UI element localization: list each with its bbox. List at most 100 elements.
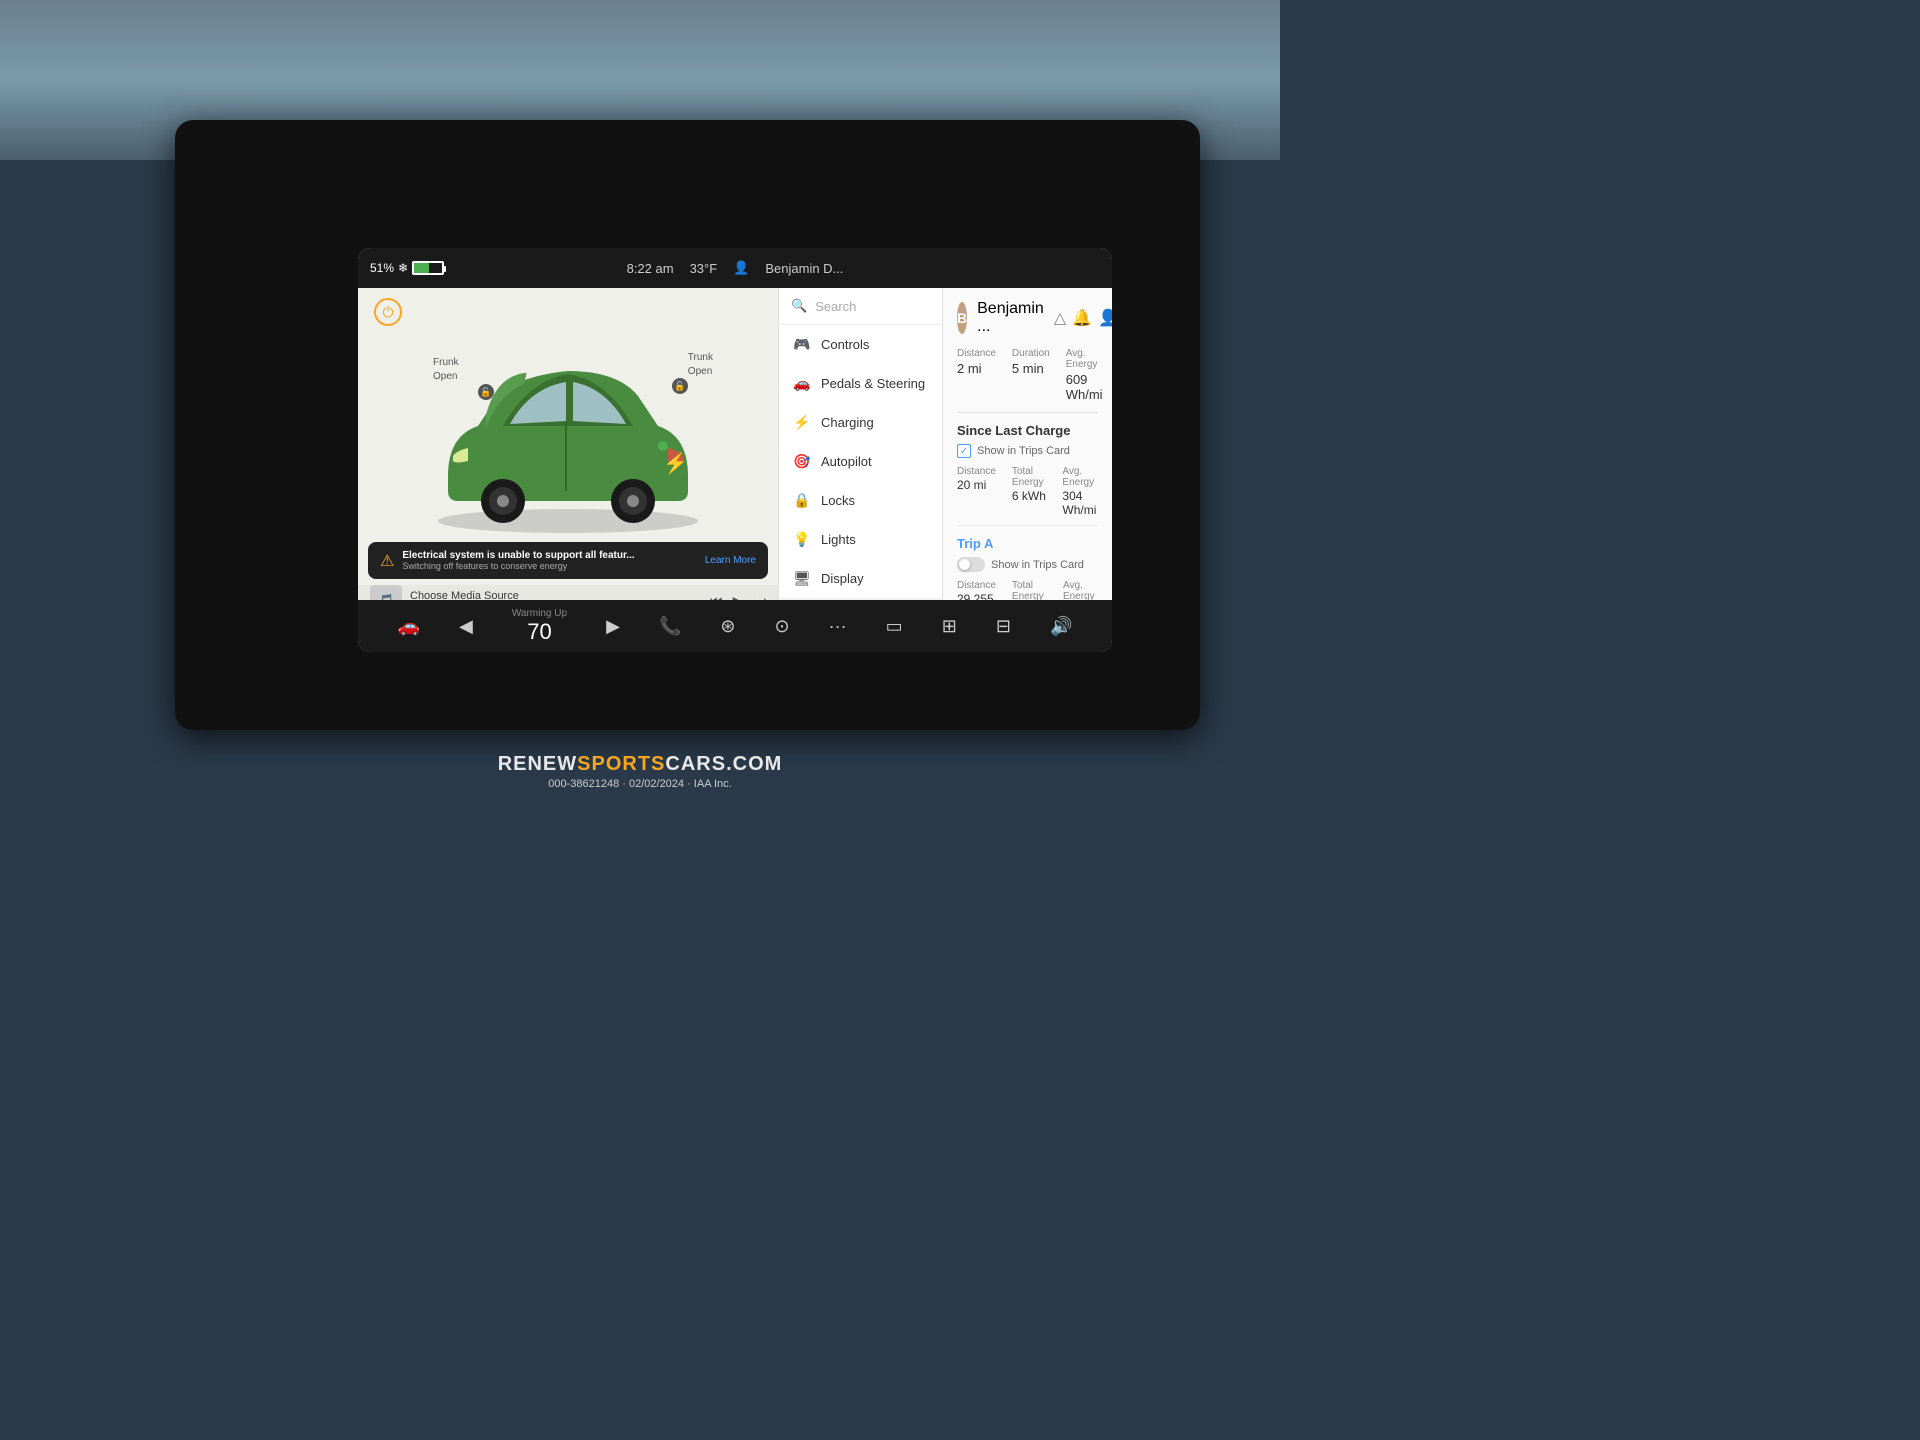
taskbar-camera-icon[interactable]: ⊙ xyxy=(775,616,790,637)
since-charge-data-row: Distance 20 mi Total Energy 6 kWh Avg. E… xyxy=(957,466,1098,517)
frunk-label: FrunkOpen xyxy=(433,356,459,384)
search-placeholder: Search xyxy=(815,299,856,314)
taskbar: 🚗 ◀ Warming Up 70 ▶ 📞 ⊛ ⊙ ··· ▭ ⊞ ⊟ 🔊 xyxy=(358,600,1112,652)
stat-duration: Duration 5 min xyxy=(1012,348,1050,402)
learn-more-link[interactable]: Learn More xyxy=(705,555,756,566)
since-last-charge-toggle-row: ✓ Show in Trips Card xyxy=(957,444,1098,458)
menu-label-display: Display xyxy=(821,571,864,586)
header-icons: △ 🔔 👤 ⊞ xyxy=(1054,308,1112,328)
screen-bezel: 51% ❄ 8:22 am 33°F 👤 Benjamin D... xyxy=(175,120,1200,730)
menu-label-lights: Lights xyxy=(821,532,856,547)
media-next-button[interactable]: ⏭ xyxy=(753,593,766,601)
menu-item-charging[interactable]: ⚡ Charging xyxy=(779,403,942,442)
taskbar-phone-icon[interactable]: 📞 xyxy=(659,616,681,637)
recent-trip-stats: Distance 2 mi Duration 5 min Avg. Energy… xyxy=(957,348,1098,413)
menu-label-charging: Charging xyxy=(821,415,874,430)
since-charge-checkbox[interactable]: ✓ xyxy=(957,444,971,458)
menu-item-autopilot[interactable]: 🎯 Autopilot xyxy=(779,442,942,481)
screen-content: 51% ❄ 8:22 am 33°F 👤 Benjamin D... xyxy=(358,248,1112,652)
trip-a-data-row: Distance 29,255 mi Total Energy 7,396 kW… xyxy=(957,580,1098,600)
taskbar-car-icon[interactable]: 🚗 xyxy=(398,616,420,637)
taskbar-right-arrow[interactable]: ▶ xyxy=(606,616,620,637)
charging-bolt-icon: ⚡ xyxy=(663,451,688,476)
menu-label-autopilot: Autopilot xyxy=(821,454,872,469)
trip-a-energy-label: Total Energy xyxy=(1012,580,1047,600)
menu-item-pedals[interactable]: 🚗 Pedals & Steering xyxy=(779,364,942,403)
alert-title: Electrical system is unable to support a… xyxy=(402,550,697,561)
media-play-button[interactable]: ▶ xyxy=(733,593,744,601)
right-trips-panel: B Benjamin ... △ 🔔 👤 ⊞ Distance 2 mi xyxy=(943,288,1112,600)
distance-value: 2 mi xyxy=(957,361,996,376)
main-area: ⏻ FrunkOpen TrunkOpen xyxy=(358,288,1112,600)
alert-warning-icon: ⚠ xyxy=(380,551,394,571)
center-status-area: 8:22 am 33°F 👤 Benjamin D... xyxy=(627,260,844,276)
menu-item-display[interactable]: 🖥 Display xyxy=(779,559,942,598)
trip-a-toggle-label: Show in Trips Card xyxy=(991,559,1084,571)
display-icon: 🖥 xyxy=(793,570,811,587)
duration-value: 5 min xyxy=(1012,361,1050,376)
profile-header: B Benjamin ... △ 🔔 👤 ⊞ xyxy=(957,300,1098,336)
status-user-name: Benjamin D... xyxy=(765,261,843,276)
since-dist-value: 20 mi xyxy=(957,478,996,492)
stat-distance: Distance 2 mi xyxy=(957,348,996,402)
controls-icon: 🎮 xyxy=(793,336,811,353)
taskbar-grid-icon[interactable]: ⊟ xyxy=(996,616,1011,637)
left-panel-top: ⏻ xyxy=(358,288,778,336)
taskbar-volume-icon[interactable]: 🔊 xyxy=(1050,616,1072,637)
status-bar: 51% ❄ 8:22 am 33°F 👤 Benjamin D... xyxy=(358,248,1112,288)
trip-a-avg-energy: Avg. Energy 253 Wh/mi xyxy=(1063,580,1098,600)
car-container: FrunkOpen TrunkOpen 🔓 🔓 xyxy=(418,336,718,536)
taskbar-more-icon[interactable]: ··· xyxy=(829,616,847,637)
since-charge-distance: Distance 20 mi xyxy=(957,466,996,517)
trip-a-toggle[interactable] xyxy=(957,557,985,572)
snowflake-icon: ❄ xyxy=(398,261,408,275)
power-symbol: ⏻ xyxy=(382,304,393,321)
menu-label-controls: Controls xyxy=(821,337,869,352)
trip-a-avg-label: Avg. Energy xyxy=(1063,580,1098,600)
power-icon[interactable]: ⏻ xyxy=(374,298,402,326)
frunk-text: FrunkOpen xyxy=(433,357,459,382)
taskbar-apps-icon[interactable]: ⊞ xyxy=(942,616,957,637)
since-last-charge-title: Since Last Charge xyxy=(957,423,1098,438)
media-prev-button[interactable]: ⏮ xyxy=(710,593,723,601)
search-icon: 🔍 xyxy=(791,298,807,314)
trip-a-dist-label: Distance xyxy=(957,580,996,591)
trip-a-dist-value: 29,255 mi xyxy=(957,592,996,600)
person-icon: 👤 xyxy=(1098,308,1112,328)
alert-bar: ⚠ Electrical system is unable to support… xyxy=(368,542,768,579)
taskbar-display-icon[interactable]: ▭ xyxy=(886,616,903,637)
watermark: RENEWSPORTSCARS.COM 000-38621248 · 02/02… xyxy=(498,753,783,790)
battery-percent: 51% xyxy=(370,261,394,275)
trunk-label: TrunkOpen xyxy=(688,351,713,379)
search-bar[interactable]: 🔍 Search xyxy=(779,288,942,325)
locks-icon: 🔒 xyxy=(793,492,811,509)
warming-up-label: Warming Up xyxy=(512,608,567,619)
battery-fill xyxy=(414,263,429,273)
trip-a-total-energy: Total Energy 7,396 kWh xyxy=(1012,580,1047,600)
media-thumbnail: 🎵 xyxy=(370,585,402,600)
alert-subtitle: Switching off features to conserve energ… xyxy=(402,561,697,571)
trip-a-toggle-knob xyxy=(959,559,970,570)
bell-icon: 🔔 xyxy=(1072,308,1092,328)
menu-label-locks: Locks xyxy=(821,493,855,508)
alert-text-area: Electrical system is unable to support a… xyxy=(402,550,697,571)
watermark-renew: RENEW xyxy=(498,753,577,775)
media-controls: ⏮ ▶ ⏭ xyxy=(710,593,766,601)
menu-item-controls[interactable]: 🎮 Controls xyxy=(779,325,942,364)
taskbar-left-arrow[interactable]: ◀ xyxy=(459,616,473,637)
trip-a-title: Trip A xyxy=(957,536,1098,551)
car-illustration xyxy=(418,336,718,536)
taskbar-temperature-area: Warming Up 70 xyxy=(512,608,567,645)
watermark-logo: RENEWSPORTSCARS.COM xyxy=(498,753,783,776)
menu-item-locks[interactable]: 🔒 Locks xyxy=(779,481,942,520)
lights-icon: 💡 xyxy=(793,531,811,548)
divider-1 xyxy=(957,525,1098,526)
battery-bar xyxy=(412,261,444,275)
since-charge-total-energy: Total Energy 6 kWh xyxy=(1012,466,1047,517)
since-avg-value: 304 Wh/mi xyxy=(1062,489,1098,517)
charging-icon: ⚡ xyxy=(793,414,811,431)
menu-item-lights[interactable]: 💡 Lights xyxy=(779,520,942,559)
trip-a-toggle-row: Show in Trips Card xyxy=(957,557,1098,572)
since-energy-value: 6 kWh xyxy=(1012,489,1047,503)
taskbar-bluetooth-icon[interactable]: ⊛ xyxy=(720,616,735,637)
